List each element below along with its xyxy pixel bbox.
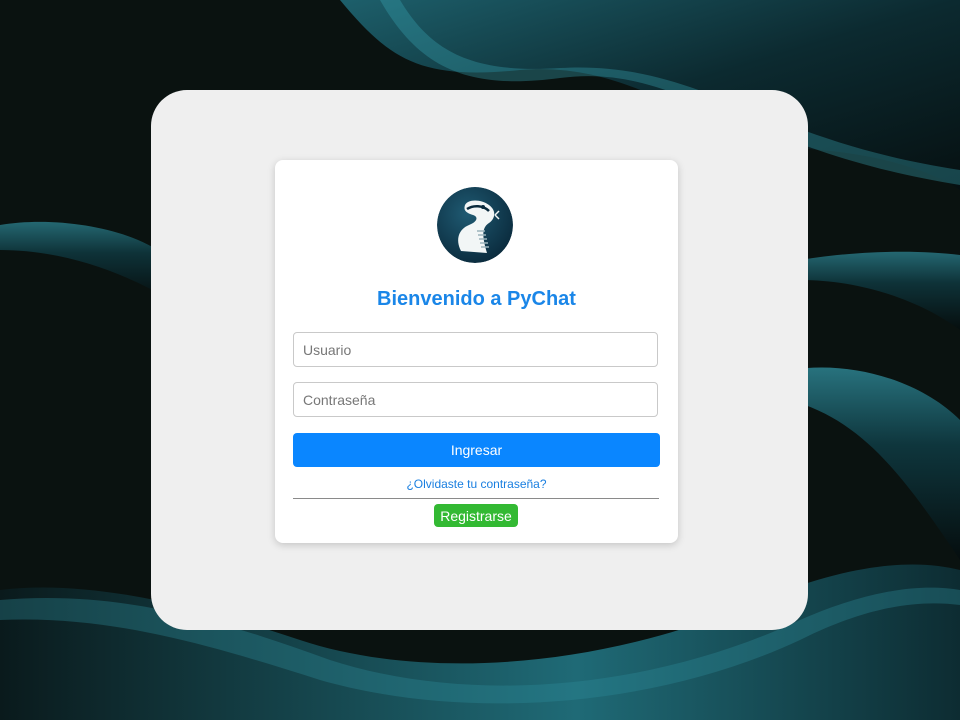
forgot-password-link[interactable]: ¿Olvidaste tu contraseña? [275,477,678,491]
divider [293,498,659,499]
login-button[interactable]: Ingresar [293,433,660,467]
password-input[interactable] [293,382,658,417]
page-title: Bienvenido a PyChat [377,288,576,310]
register-button[interactable]: Registrarse [434,504,518,527]
python-snake-logo-icon [437,187,513,263]
username-input[interactable] [293,332,658,367]
login-card: Bienvenido a PyChat Ingresar ¿Olvidaste … [275,160,678,543]
